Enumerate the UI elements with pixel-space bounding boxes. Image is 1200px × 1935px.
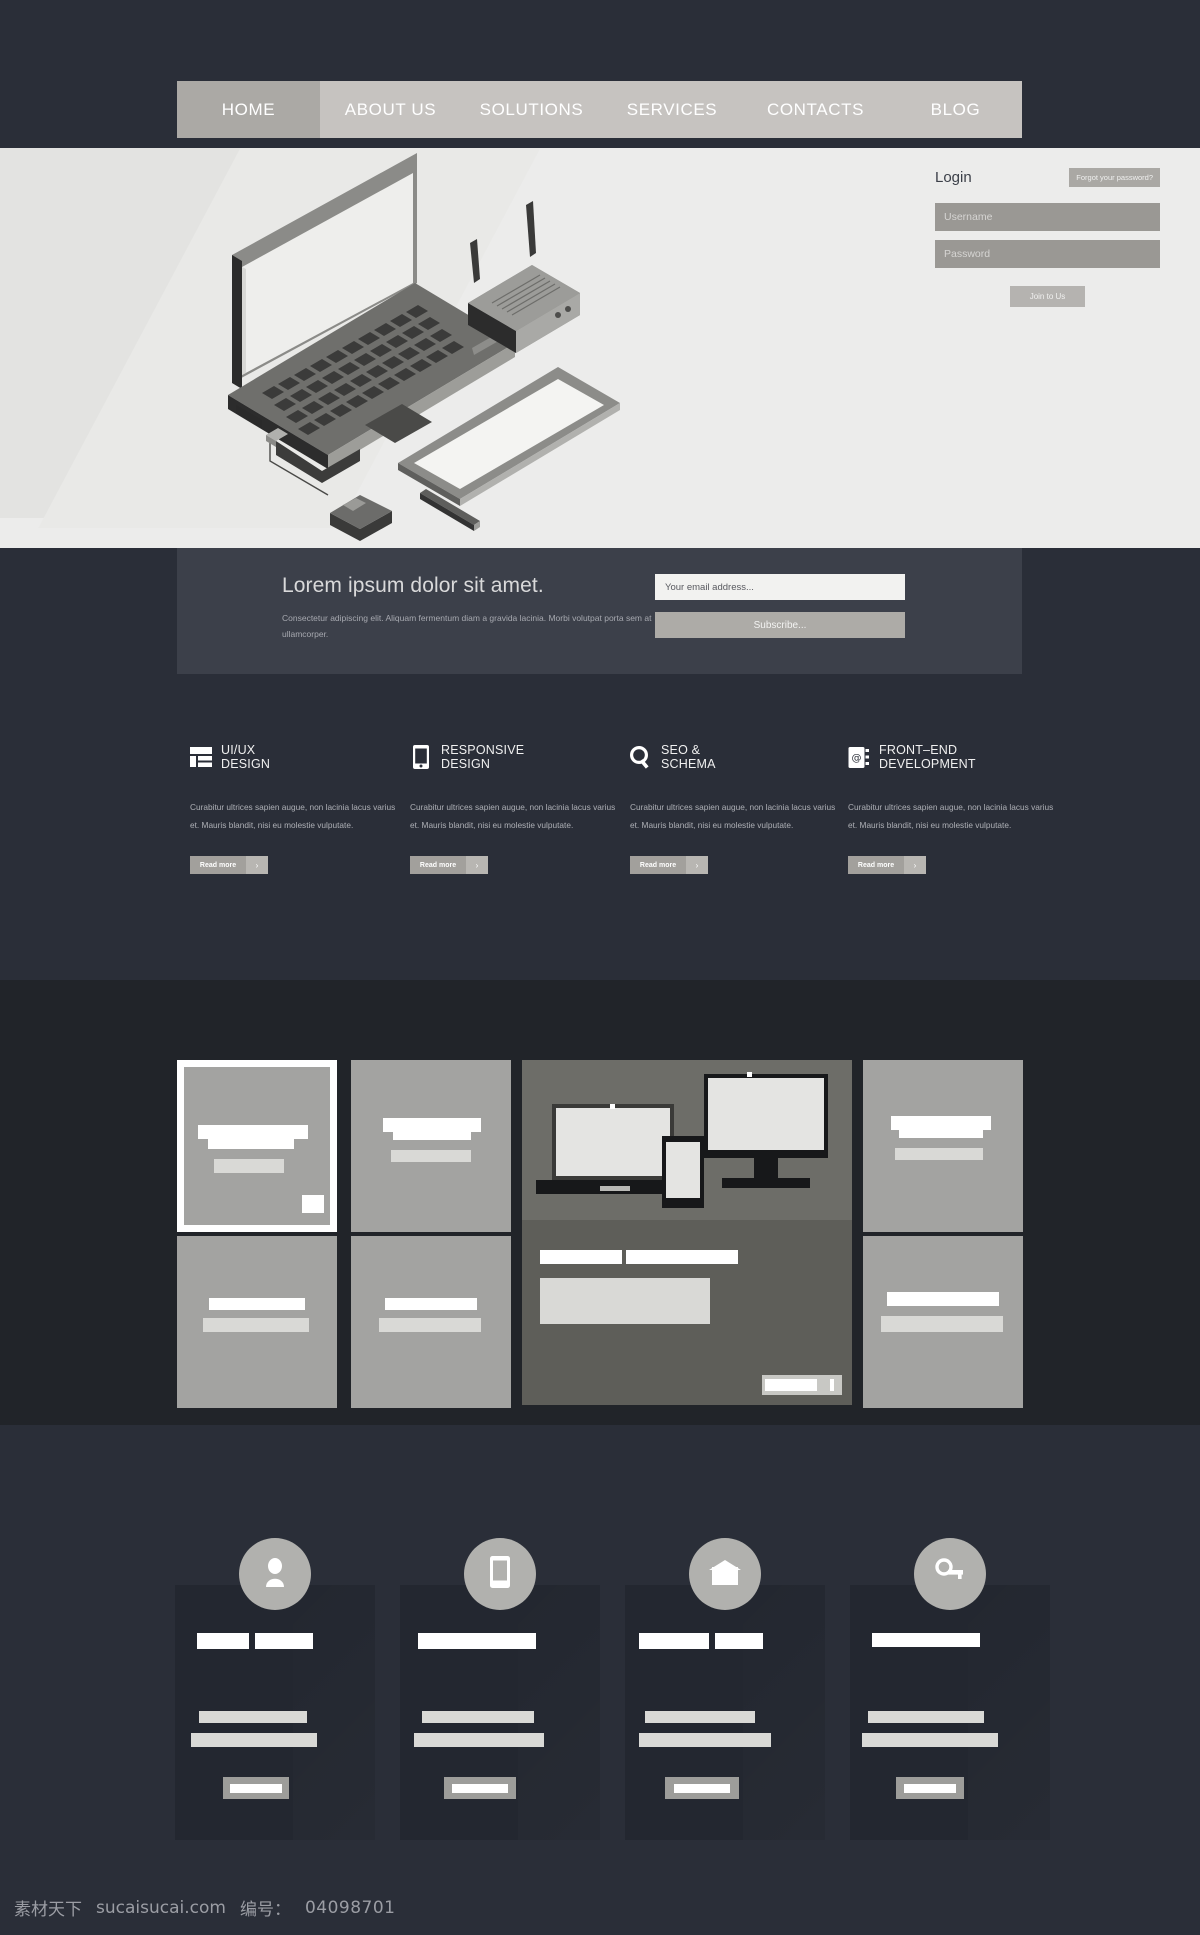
- feature-body: Curabitur ultrices sapien augue, non lac…: [190, 802, 396, 830]
- feature-body: Curabitur ultrices sapien augue, non lac…: [630, 802, 836, 830]
- feature-title: UI/UX DESIGN: [221, 743, 270, 772]
- pagination-control[interactable]: [762, 1375, 842, 1395]
- card-avatar-2: [464, 1538, 536, 1610]
- forgot-password-link[interactable]: Forgot your password?: [1069, 168, 1160, 187]
- portfolio-tile-4[interactable]: [177, 1236, 337, 1408]
- read-more-button-uiux[interactable]: Read more ›: [190, 856, 268, 874]
- portfolio-tile-3[interactable]: [863, 1060, 1023, 1232]
- hero-illustration: [170, 148, 630, 548]
- service-card-2[interactable]: [400, 1585, 600, 1840]
- watermark-site-url: sucaisucai.com: [96, 1897, 226, 1918]
- watermark-bar: 素材天下 sucaisucai.com 编号： 04098701: [0, 1880, 1200, 1935]
- portfolio-tile-1[interactable]: [177, 1060, 337, 1232]
- subscribe-button[interactable]: Subscribe...: [655, 612, 905, 638]
- subscribe-paragraph: Consectetur adipiscing elit. Aliquam fer…: [282, 613, 652, 639]
- read-more-button-frontend[interactable]: Read more ›: [848, 856, 926, 874]
- smartphone-icon: [410, 745, 432, 769]
- card-action-button-1[interactable]: [223, 1777, 289, 1799]
- login-panel: Login Forgot your password? Join to Us: [935, 168, 1160, 307]
- feature-title-line1: UI/UX: [221, 742, 256, 757]
- envelope-icon: [709, 1558, 741, 1591]
- feature-card-uiux: UI/UX DESIGN Curabitur ultrices sapien a…: [190, 738, 405, 874]
- nav-item-contacts[interactable]: CONTACTS: [742, 81, 889, 138]
- subscribe-panel: Lorem ipsum dolor sit amet. Consectetur …: [177, 548, 1022, 674]
- portfolio-tile-6[interactable]: [863, 1236, 1023, 1408]
- read-more-label: Read more: [419, 861, 457, 869]
- portfolio-tile-5[interactable]: [351, 1236, 511, 1408]
- nav-item-services[interactable]: SERVICES: [602, 81, 742, 138]
- card-action-button-2[interactable]: [444, 1777, 516, 1799]
- service-card-1[interactable]: [175, 1585, 375, 1840]
- feature-title-line2: DEVELOPMENT: [879, 757, 976, 771]
- card-avatar-1: [239, 1538, 311, 1610]
- watermark-id-label: 编号：: [239, 1900, 291, 1920]
- address-book-icon: @: [848, 745, 870, 769]
- portfolio-tile-2[interactable]: [351, 1060, 511, 1232]
- subscribe-copy: Lorem ipsum dolor sit amet. Consectetur …: [282, 574, 652, 642]
- chevron-right-icon: ›: [686, 856, 708, 874]
- read-more-button-responsive[interactable]: Read more ›: [410, 856, 488, 874]
- layout-grid-icon: [190, 745, 212, 769]
- email-input[interactable]: [655, 574, 905, 600]
- join-to-us-button[interactable]: Join to Us: [1010, 286, 1085, 307]
- read-more-label: Read more: [857, 861, 895, 869]
- password-input[interactable]: [935, 240, 1160, 268]
- landing-page: HOME ABOUT US SOLUTIONS SERVICES CONTACT…: [0, 0, 1200, 1935]
- hero-section: Login Forgot your password? Join to Us: [0, 148, 1200, 548]
- login-title: Login: [935, 169, 972, 186]
- nav-item-blog[interactable]: BLOG: [889, 81, 1022, 138]
- feature-title-line1: SEO &: [661, 742, 701, 757]
- feature-body: Curabitur ultrices sapien augue, non lac…: [410, 802, 616, 830]
- featured-caption: [522, 1220, 852, 1405]
- chevron-right-icon: ›: [466, 856, 488, 874]
- read-more-button-seo[interactable]: Read more ›: [630, 856, 708, 874]
- read-more-label: Read more: [639, 861, 677, 869]
- username-input[interactable]: [935, 203, 1160, 231]
- feature-title-line1: RESPONSIVE: [441, 742, 525, 757]
- main-navigation: HOME ABOUT US SOLUTIONS SERVICES CONTACT…: [177, 81, 1022, 138]
- feature-card-responsive: RESPONSIVE DESIGN Curabitur ultrices sap…: [410, 738, 625, 874]
- card-avatar-3: [689, 1538, 761, 1610]
- service-card-3[interactable]: [625, 1585, 825, 1840]
- subscribe-heading: Lorem ipsum dolor sit amet.: [282, 574, 544, 597]
- devices-showcase: [522, 1060, 852, 1220]
- nav-item-solutions[interactable]: SOLUTIONS: [461, 81, 602, 138]
- features-section: UI/UX DESIGN Curabitur ultrices sapien a…: [0, 700, 1200, 980]
- feature-title-line2: SCHEMA: [661, 757, 716, 771]
- pagination-handle: [830, 1379, 834, 1391]
- subscribe-form: Subscribe...: [655, 574, 905, 638]
- read-more-label: Read more: [199, 861, 237, 869]
- header: HOME ABOUT US SOLUTIONS SERVICES CONTACT…: [0, 0, 1200, 148]
- service-card-4[interactable]: [850, 1585, 1050, 1840]
- svg-text:@: @: [852, 753, 862, 764]
- feature-title-line1: FRONT–END: [879, 742, 958, 757]
- feature-title-line2: DESIGN: [441, 757, 491, 771]
- nav-item-home[interactable]: HOME: [177, 81, 320, 138]
- watermark-id-value: 04098701: [304, 1897, 396, 1918]
- chevron-right-icon: ›: [904, 856, 926, 874]
- portfolio-tile-featured[interactable]: [522, 1060, 852, 1405]
- card-avatar-4: [914, 1538, 986, 1610]
- feature-title: RESPONSIVE DESIGN: [441, 743, 524, 772]
- magnifier-icon: [630, 745, 652, 769]
- chevron-right-icon: ›: [246, 856, 268, 874]
- feature-title: SEO & SCHEMA: [661, 743, 716, 772]
- feature-card-seo: SEO & SCHEMA Curabitur ultrices sapien a…: [630, 738, 845, 874]
- card-action-button-4[interactable]: [896, 1777, 964, 1799]
- key-icon: [935, 1557, 965, 1591]
- feature-title: FRONT–END DEVELOPMENT: [879, 743, 976, 772]
- watermark-site-cn: 素材天下: [14, 1900, 82, 1920]
- smartphone-icon: [490, 1555, 510, 1593]
- pagination-bar: [765, 1379, 817, 1391]
- feature-card-frontend: @ FRONT–END DEVELOPMENT Curabitur ultric…: [848, 738, 1063, 874]
- feature-body: Curabitur ultrices sapien augue, non lac…: [848, 802, 1054, 830]
- person-icon: [262, 1557, 288, 1592]
- feature-title-line2: DESIGN: [221, 757, 271, 771]
- nav-item-about-us[interactable]: ABOUT US: [320, 81, 461, 138]
- card-action-button-3[interactable]: [665, 1777, 739, 1799]
